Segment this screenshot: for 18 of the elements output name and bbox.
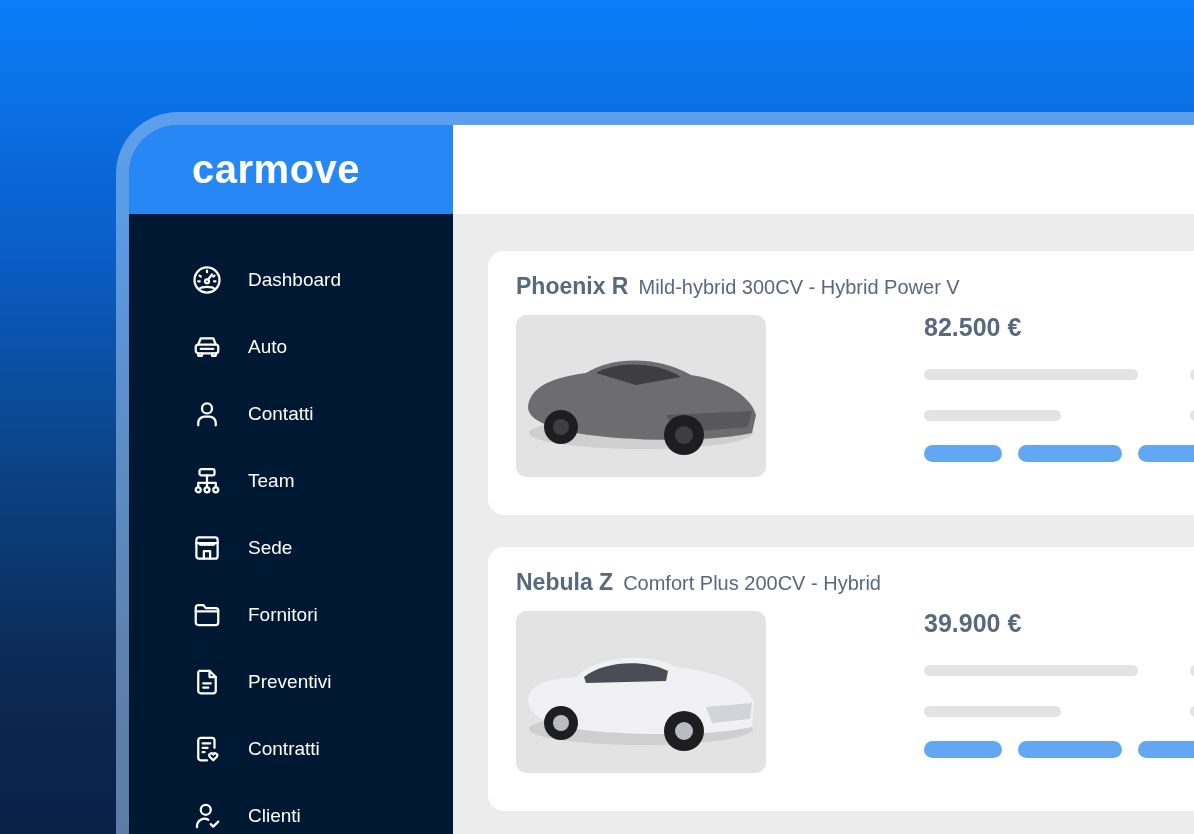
logo: carmove	[192, 147, 361, 192]
org-chart-icon	[192, 465, 222, 496]
sidebar-item[interactable]: Fornitori	[248, 603, 318, 626]
sidebar-item[interactable]: Contatti	[248, 402, 314, 425]
car-trim: Mild-hybrid 300CV - Hybrid Power V	[638, 276, 960, 299]
sidebar-item[interactable]: Contratti	[248, 737, 320, 760]
sidebar-item[interactable]: Preventivi	[248, 670, 332, 693]
car-trim: Comfort Plus 200CV - Hybrid	[623, 572, 881, 595]
sidebar-item[interactable]: Dashboard	[248, 268, 341, 291]
price: 82.500 €	[924, 315, 1023, 339]
car-model: Phoenix R	[516, 273, 629, 300]
sidebar-item[interactable]: Clienti	[248, 804, 301, 827]
sidebar-item[interactable]: Auto	[248, 335, 288, 358]
price: 39.900 €	[924, 611, 1023, 635]
sidebar-item[interactable]: Team	[248, 469, 295, 492]
car-model: Nebula Z	[516, 569, 614, 596]
sidebar-item[interactable]: Sede	[248, 536, 293, 559]
gauge-icon	[192, 264, 222, 295]
